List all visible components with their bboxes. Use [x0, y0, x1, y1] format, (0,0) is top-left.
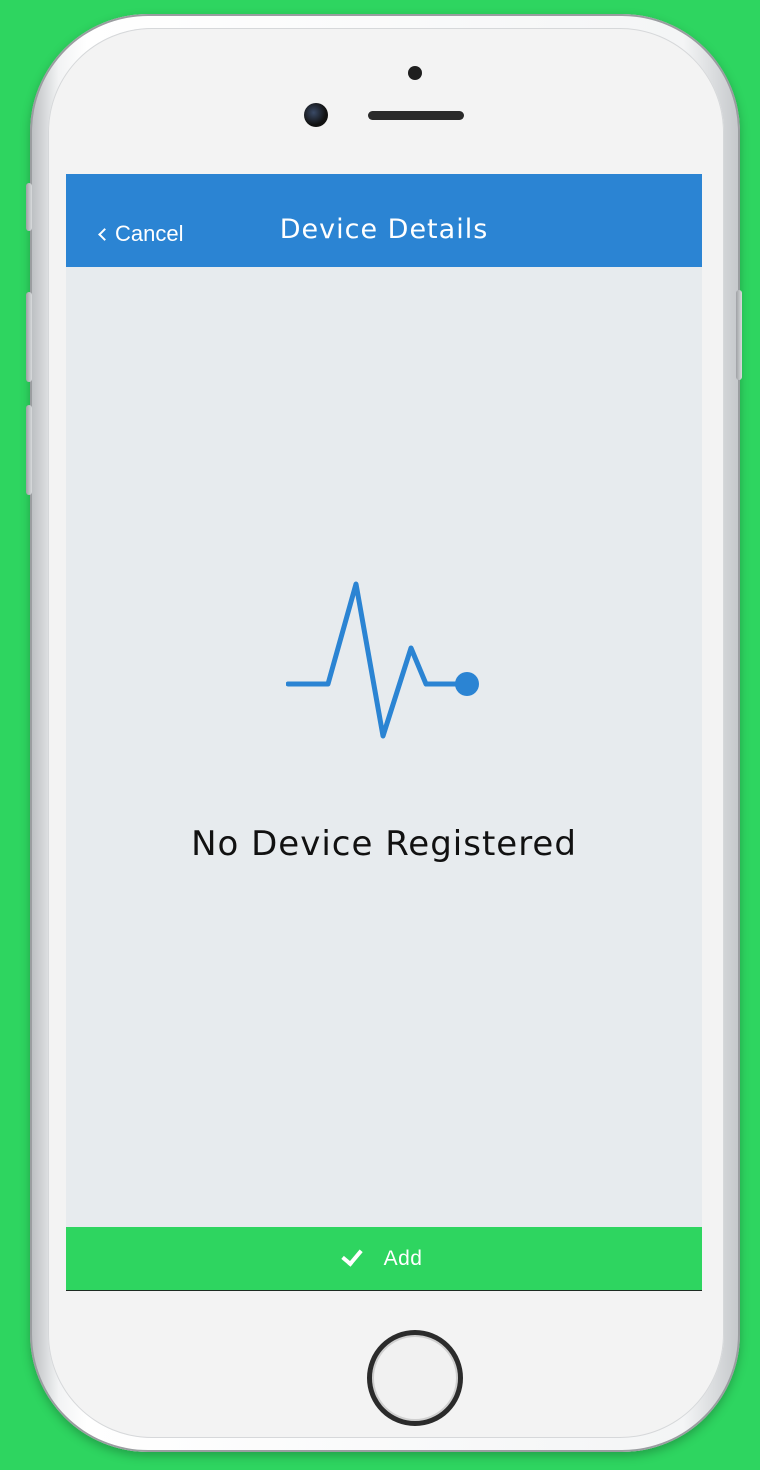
earpiece-speaker [368, 111, 464, 120]
add-button[interactable]: Add [66, 1227, 702, 1291]
power-button [736, 290, 742, 380]
app-screen: Cancel Device Details No Device Register… [66, 174, 702, 1291]
proximity-sensor [408, 66, 422, 80]
add-label: Add [383, 1246, 423, 1270]
home-button[interactable] [367, 1330, 463, 1426]
empty-state-message: No Device Registered [191, 824, 577, 864]
navigation-bar: Cancel Device Details [66, 174, 702, 267]
pulse-icon [286, 581, 479, 739]
mute-switch [26, 183, 32, 231]
volume-down-button [26, 405, 32, 495]
page-title: Device Details [279, 214, 489, 245]
check-icon [340, 1244, 363, 1267]
volume-up-button [26, 292, 32, 382]
front-camera-icon [304, 103, 328, 127]
